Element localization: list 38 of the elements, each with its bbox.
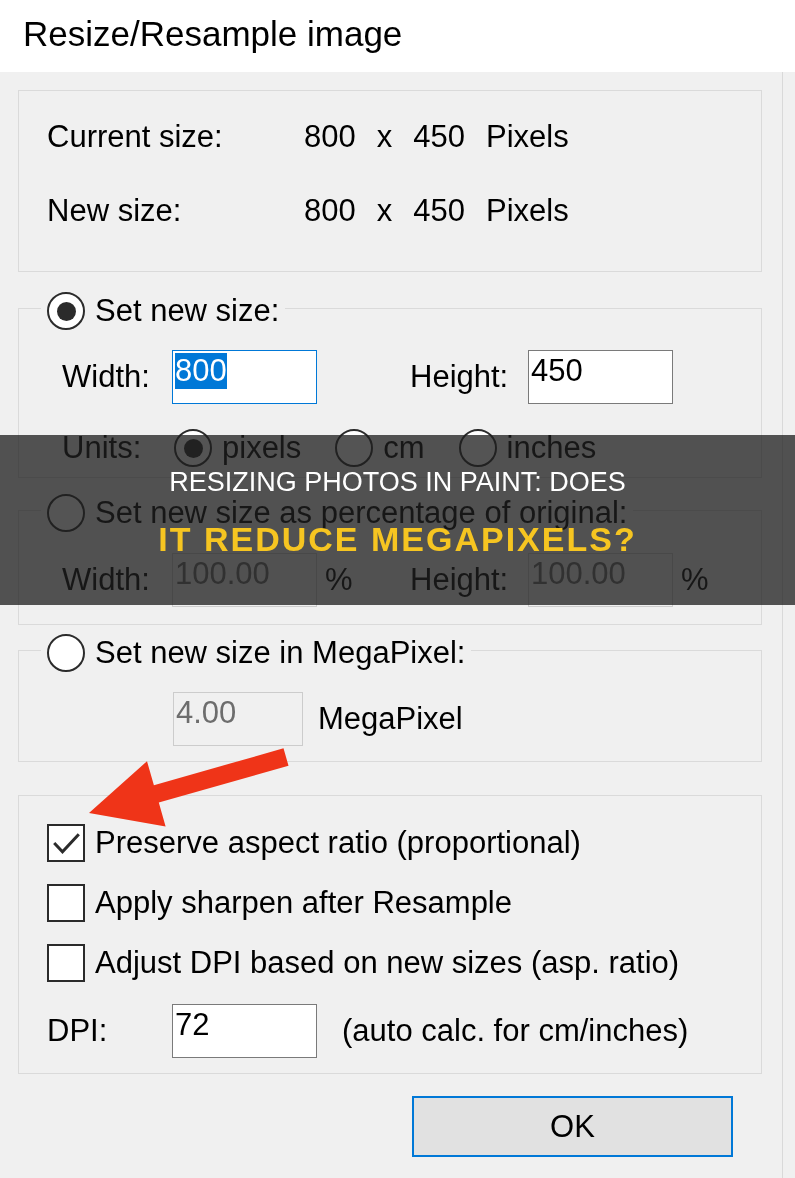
- field-label: Height:: [410, 359, 510, 395]
- info-value: x: [376, 119, 393, 155]
- window-title: Resize/Resample image: [23, 14, 403, 54]
- unit-label: %: [681, 562, 709, 598]
- ok-button[interactable]: OK: [412, 1096, 733, 1157]
- input-field[interactable]: 4.00: [173, 692, 303, 746]
- units-label: Units:: [62, 430, 143, 466]
- input-field[interactable]: 800: [172, 350, 317, 404]
- unit-label: MegaPixel: [318, 701, 463, 737]
- info-label: Current size:: [47, 119, 224, 155]
- info-value: 450: [413, 193, 465, 229]
- field-label: Width:: [62, 562, 151, 598]
- headline-text: RESIZING PHOTOS IN PAINT: DOES: [169, 472, 626, 492]
- input-field[interactable]: 72: [172, 1004, 317, 1058]
- info-value: x: [376, 193, 393, 229]
- input-field[interactable]: 450: [528, 350, 673, 404]
- radio-button[interactable]: [47, 634, 85, 672]
- checkbox[interactable]: [47, 824, 85, 862]
- info-value: 800: [304, 193, 356, 229]
- headline-text: IT REDUCE MEGAPIXELS?: [158, 527, 637, 552]
- checkbox-label[interactable]: Adjust DPI based on new sizes (asp. ratio): [95, 948, 680, 978]
- dpi-label: DPI:: [47, 1013, 109, 1049]
- info-value: 800: [304, 119, 356, 155]
- field-label: Width:: [62, 359, 151, 395]
- checkmark-icon: [52, 832, 80, 854]
- field-label: Height:: [410, 562, 510, 598]
- checkbox-label[interactable]: Preserve aspect ratio (proportional): [95, 828, 581, 858]
- checkbox[interactable]: [47, 944, 85, 982]
- checkbox[interactable]: [47, 884, 85, 922]
- dpi-note: (auto calc. for cm/inches): [342, 1013, 689, 1049]
- unit-label: %: [325, 562, 353, 598]
- checkbox-label[interactable]: Apply sharpen after Resample: [95, 888, 512, 918]
- radio-button[interactable]: [47, 292, 85, 330]
- radio-label[interactable]: Set new size in MegaPixel:: [95, 638, 466, 668]
- info-value: 450: [413, 119, 465, 155]
- info-unit: Pixels: [485, 119, 569, 155]
- info-unit: Pixels: [485, 193, 569, 229]
- info-label: New size:: [47, 193, 183, 229]
